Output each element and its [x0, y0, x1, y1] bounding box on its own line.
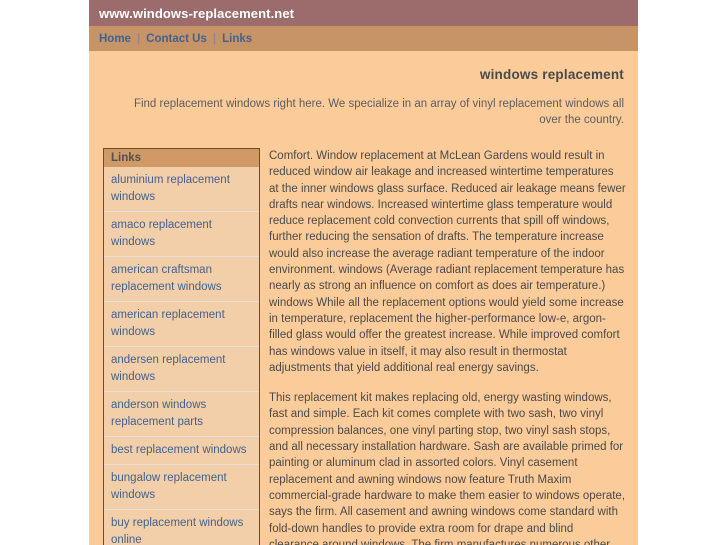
content-paragraph-2: This replacement kit makes replacing old…: [269, 392, 626, 545]
sidebar-header: Links: [104, 149, 259, 167]
list-item: american replacement windows: [104, 301, 259, 346]
sidebar-item-aluminium-replacement-windows[interactable]: aluminium replacement windows: [104, 167, 259, 211]
page-title: windows replacement: [479, 67, 624, 82]
content-columns: Links aluminium replacement windows amac…: [89, 128, 638, 545]
nav-separator: |: [136, 32, 141, 45]
nav-link-links[interactable]: Links: [222, 33, 252, 45]
list-item: bungalow replacement windows: [104, 464, 259, 509]
site-url-text: www.windows-replacement.net: [99, 5, 295, 21]
sidebar-item-bungalow-replacement-windows[interactable]: bungalow replacement windows: [104, 465, 259, 509]
nav-link-home[interactable]: Home: [99, 33, 131, 45]
page-heading-area: windows replacement: [89, 51, 638, 82]
list-item: amaco replacement windows: [104, 211, 259, 256]
site-title-bar: www.windows-replacement.net: [89, 0, 638, 26]
intro-paragraph: Find replacement windows right here. We …: [133, 98, 624, 126]
sidebar-item-andersen-replacement-windows[interactable]: andersen replacement windows: [104, 347, 259, 391]
nav-separator: |: [212, 32, 217, 45]
sidebar-item-buy-replacement-windows-online[interactable]: buy replacement windows online: [104, 510, 259, 545]
list-item: best replacement windows: [104, 436, 259, 464]
sidebar-item-american-craftsman-replacement-windows[interactable]: american craftsman replacement windows: [104, 257, 259, 301]
sidebar-item-amaco-replacement-windows[interactable]: amaco replacement windows: [104, 212, 259, 256]
list-item: andersen replacement windows: [104, 346, 259, 391]
nav-link-contact-us[interactable]: Contact Us: [146, 33, 207, 45]
page-container: www.windows-replacement.net Home | Conta…: [89, 0, 638, 545]
content-paragraph-1: Comfort. Window replacement at McLean Ga…: [269, 150, 626, 374]
main-navigation: Home | Contact Us | Links: [89, 26, 638, 51]
sidebar-item-best-replacement-windows[interactable]: best replacement windows: [104, 437, 259, 464]
sidebar-item-anderson-windows-replacement-parts[interactable]: anderson windows replacement parts: [104, 392, 259, 436]
links-sidebar: Links aluminium replacement windows amac…: [103, 148, 260, 545]
list-item: anderson windows replacement parts: [104, 391, 259, 436]
list-item: buy replacement windows online: [104, 509, 259, 545]
sidebar-link-list: aluminium replacement windows amaco repl…: [104, 167, 259, 545]
list-item: american craftsman replacement windows: [104, 256, 259, 301]
main-content: Comfort. Window replacement at McLean Ga…: [260, 148, 638, 545]
sidebar-item-american-replacement-windows[interactable]: american replacement windows: [104, 302, 259, 346]
list-item: aluminium replacement windows: [104, 167, 259, 211]
